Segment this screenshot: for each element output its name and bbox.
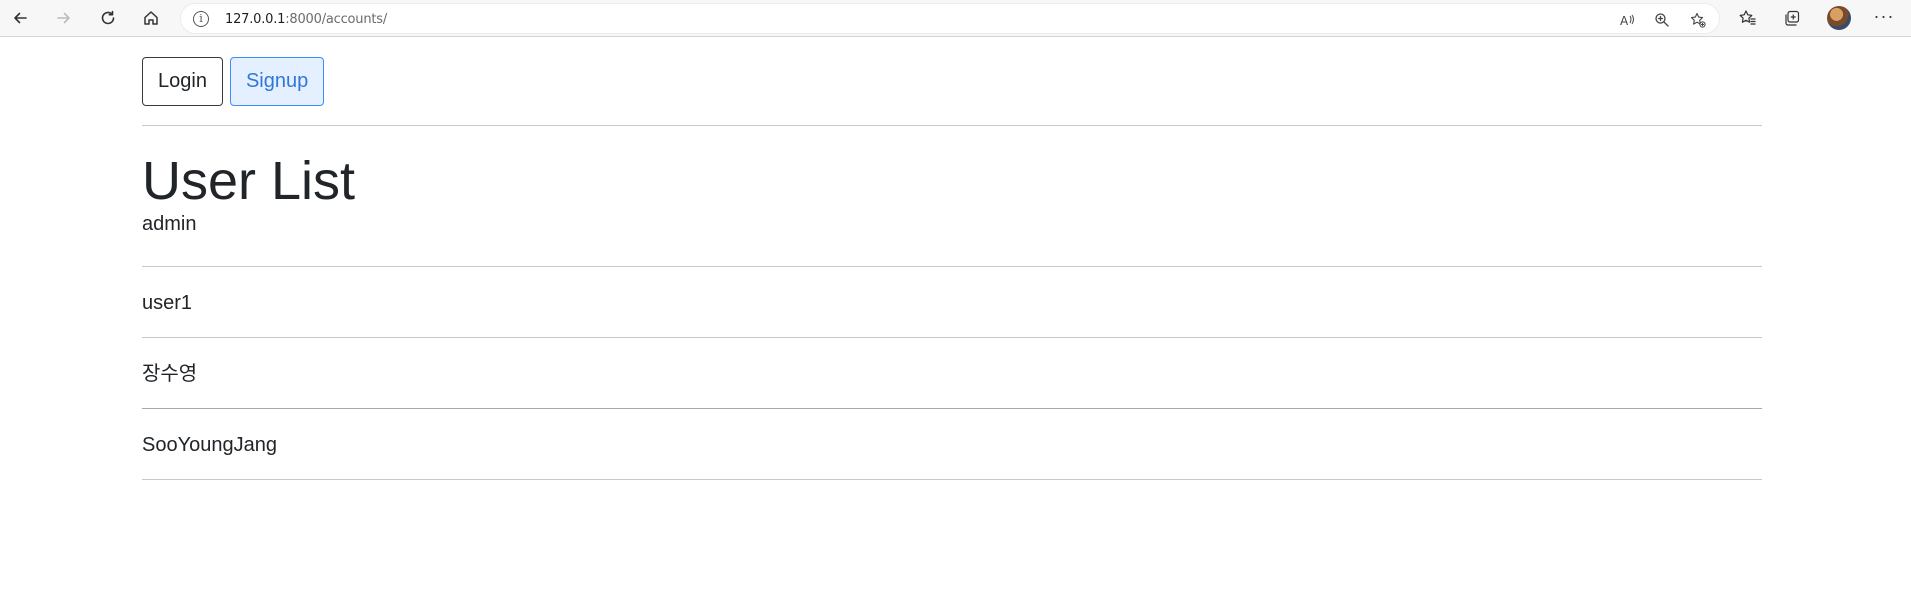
signup-button[interactable]: Signup (229, 57, 325, 106)
refresh-icon[interactable] (94, 4, 122, 32)
page-content: Login Signup User List admin user1 장수영 S… (142, 37, 1762, 480)
read-aloud-icon[interactable]: A (1617, 10, 1637, 30)
browser-toolbar: i 127.0.0.1:8000/accounts/ A ··· (0, 0, 1911, 37)
home-icon[interactable] (137, 4, 165, 32)
address-bar[interactable]: i 127.0.0.1:8000/accounts/ A (180, 3, 1720, 34)
login-button[interactable]: Login (142, 57, 223, 106)
list-item: 장수영 (142, 338, 1762, 409)
list-item: user1 (142, 267, 1762, 338)
back-arrow-icon[interactable] (6, 4, 34, 32)
username: 장수영 (142, 363, 198, 385)
username: admin (142, 213, 197, 235)
more-icon[interactable]: ··· (1872, 6, 1896, 30)
list-item: SooYoungJang (142, 409, 1762, 480)
zoom-icon[interactable] (1652, 10, 1672, 30)
svg-text:A: A (1620, 14, 1629, 28)
collections-icon[interactable] (1780, 6, 1804, 30)
username: user1 (142, 292, 193, 314)
auth-nav: Login Signup (142, 37, 1762, 126)
page-title: User List (142, 151, 356, 211)
list-item: admin (142, 212, 1762, 267)
avatar[interactable] (1827, 6, 1851, 30)
forward-arrow-icon[interactable] (50, 4, 78, 32)
url-host: 127.0.0.1 (225, 12, 286, 27)
info-icon[interactable]: i (193, 11, 209, 27)
user-list: admin user1 장수영 SooYoungJang (142, 212, 1762, 480)
favorites-icon[interactable] (1736, 6, 1760, 30)
url-field[interactable]: 127.0.0.1:8000/accounts/ (225, 12, 387, 27)
url-path: :8000/accounts/ (285, 12, 388, 27)
favorite-add-icon[interactable] (1688, 10, 1708, 30)
username: SooYoungJang (142, 434, 277, 456)
